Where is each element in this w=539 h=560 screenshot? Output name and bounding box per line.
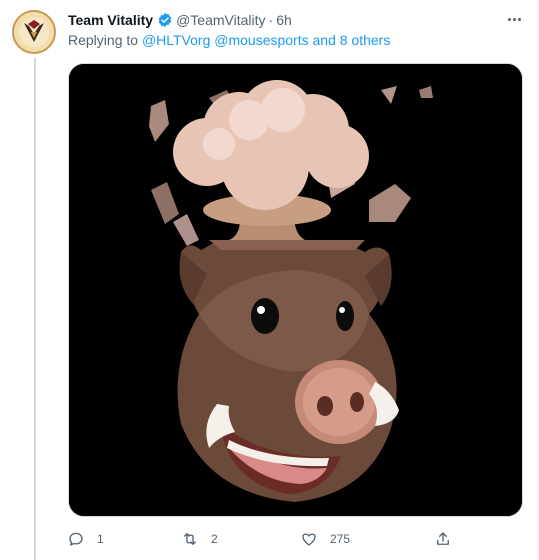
- timestamp[interactable]: 6h: [276, 12, 292, 28]
- replying-to: Replying to @HLTVorg @mousesports and 8 …: [68, 32, 390, 48]
- reply-count: 1: [97, 532, 104, 546]
- tweet-media[interactable]: [68, 63, 523, 517]
- share-icon: [437, 532, 449, 545]
- share-button[interactable]: [434, 527, 464, 551]
- heart-icon: [302, 533, 316, 546]
- retweet-count: 2: [211, 532, 218, 546]
- exploding-head-boar-icon: [69, 64, 522, 516]
- more-dot-icon: [507, 17, 511, 21]
- more-options-button[interactable]: [504, 10, 524, 28]
- tweet-header: Team Vitality @TeamVitality · 6h: [68, 11, 292, 29]
- mention-mousesports[interactable]: @mousesports: [214, 32, 308, 48]
- display-name[interactable]: Team Vitality: [68, 12, 153, 28]
- avatar[interactable]: [12, 10, 56, 54]
- like-button[interactable]: 275: [300, 527, 350, 551]
- user-handle[interactable]: @TeamVitality: [176, 12, 265, 28]
- retweet-button[interactable]: 2: [181, 527, 218, 551]
- more-dot-icon: [517, 17, 521, 21]
- reply-button[interactable]: 1: [67, 527, 104, 551]
- verified-badge-icon: [158, 13, 172, 27]
- replying-to-prefix: Replying to: [68, 32, 142, 48]
- more-dot-icon: [512, 17, 516, 21]
- mention-hltvorg[interactable]: @HLTVorg: [142, 32, 210, 48]
- reply-icon: [69, 532, 83, 546]
- retweet-icon: [184, 533, 196, 545]
- tweet-actions: 1 2 275: [62, 527, 462, 551]
- like-count: 275: [330, 532, 351, 546]
- mention-others[interactable]: and 8 others: [313, 32, 391, 48]
- thread-connector-line: [34, 58, 36, 560]
- separator-dot: ·: [268, 12, 274, 28]
- vitality-logo-icon: [14, 12, 54, 52]
